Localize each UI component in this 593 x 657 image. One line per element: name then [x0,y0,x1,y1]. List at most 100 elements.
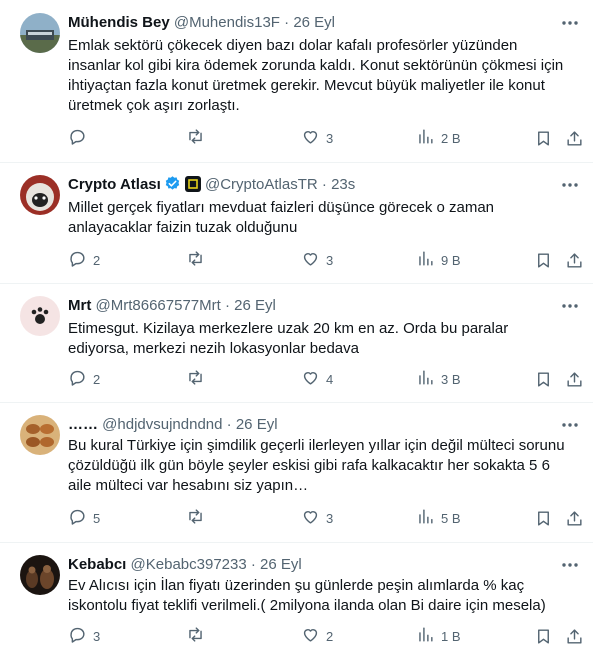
tweet[interactable]: Kebabcı @Kebabc397233 · 26 Eyl Ev Alıcıs… [0,542,593,657]
separator: · [321,176,327,193]
share-icon[interactable] [565,367,584,391]
bookmark-icon[interactable] [534,126,553,150]
like-button[interactable]: 2 [301,624,333,648]
share-icon[interactable] [565,624,584,648]
views-count: 9 B [441,252,461,268]
bookmark-icon[interactable] [534,248,553,272]
repost-icon [186,507,205,529]
repost-icon [186,127,205,149]
handle[interactable]: @hdjdvsujndndnd [102,416,222,433]
tweet[interactable]: Mrt @Mrt86667577Mrt · 26 Eyl Etimesgut. … [0,283,593,403]
views-icon [416,368,435,390]
more-icon[interactable] [559,295,581,317]
avatar[interactable] [20,296,60,336]
views-button[interactable]: 9 B [416,248,461,272]
views-count: 2 B [441,130,461,146]
bookmark-icon[interactable] [534,624,553,648]
like-button[interactable]: 3 [301,126,333,150]
separator: · [224,297,230,314]
separator: · [284,14,290,31]
views-icon [416,249,435,271]
reply-count: 5 [93,510,101,526]
reply-icon [68,507,87,529]
separator: · [226,416,232,433]
repost-button[interactable] [186,506,211,530]
display-name[interactable]: …… [68,416,98,433]
like-count: 3 [326,510,334,526]
share-icon[interactable] [565,248,584,272]
reply-count: 2 [93,371,101,387]
handle[interactable]: @Kebabc397233 [131,556,247,573]
reply-button[interactable] [68,126,93,150]
avatar[interactable] [20,415,60,455]
like-icon [301,507,320,529]
affiliation-badge-icon[interactable] [184,176,201,192]
action-bar: 5 3 5 B [60,506,585,530]
like-button[interactable]: 3 [301,248,333,272]
like-count: 3 [326,130,334,146]
views-icon [416,507,435,529]
tweet-text: Emlak sektörü çökecek diyen bazı dolar k… [68,37,564,114]
tweet[interactable]: …… @hdjdvsujndndnd · 26 Eyl Bu kural Tür… [0,402,593,543]
like-button[interactable]: 3 [301,506,333,530]
views-button[interactable]: 5 B [416,506,461,530]
bookmark-icon[interactable] [534,367,553,391]
bookmark-icon[interactable] [534,506,553,530]
repost-icon [186,368,205,390]
more-icon[interactable] [559,414,581,436]
display-name[interactable]: Crypto Atlası [68,176,161,193]
reply-button[interactable]: 2 [68,248,100,272]
action-bar: 2 3 9 B [60,248,585,272]
repost-button[interactable] [186,624,211,648]
like-icon [301,368,320,390]
share-icon[interactable] [565,126,584,150]
tweet-text: Ev Alıcısı için İlan fiyatı üzerinden şu… [68,577,546,614]
tweet-header: Kebabcı @Kebabc397233 · 26 Eyl [68,555,553,575]
more-icon[interactable] [559,174,581,196]
timestamp[interactable]: 23s [331,176,355,193]
tweet-header: Mühendis Bey @Muhendis13F · 26 Eyl [68,13,553,33]
tweet[interactable]: Mühendis Bey @Muhendis13F · 26 Eyl Emlak… [0,0,593,163]
like-icon [301,249,320,271]
reply-button[interactable]: 2 [68,367,100,391]
separator: · [250,556,256,573]
action-bar: 3 2 B [60,126,585,150]
display-name[interactable]: Kebabcı [68,556,126,573]
reply-icon [68,368,87,390]
views-count: 3 B [441,371,461,387]
repost-button[interactable] [186,126,211,150]
more-icon[interactable] [559,554,581,576]
more-icon[interactable] [559,12,581,34]
timestamp[interactable]: 26 Eyl [236,416,278,433]
timestamp[interactable]: 26 Eyl [234,297,276,314]
like-button[interactable]: 4 [301,367,333,391]
repost-button[interactable] [186,367,211,391]
like-count: 2 [326,628,334,644]
views-button[interactable]: 2 B [416,126,461,150]
repost-button[interactable] [186,248,211,272]
views-count: 1 B [441,628,461,644]
timestamp[interactable]: 26 Eyl [260,556,302,573]
action-bar: 3 2 1 B [60,624,585,648]
reply-button[interactable]: 5 [68,506,100,530]
tweet-header: Crypto Atlası @CryptoAtlasTR · 23s [68,175,553,198]
share-icon[interactable] [565,506,584,530]
handle[interactable]: @CryptoAtlasTR [205,176,318,193]
display-name[interactable]: Mrt [68,297,91,314]
tweet-text: Etimesgut. Kizilaya merkezlere uzak 20 k… [68,320,509,357]
reply-button[interactable]: 3 [68,624,100,648]
handle[interactable]: @Muhendis13F [174,14,280,31]
avatar[interactable] [20,175,60,215]
views-button[interactable]: 1 B [416,624,461,648]
views-button[interactable]: 3 B [416,367,461,391]
handle[interactable]: @Mrt86667577Mrt [96,297,221,314]
tweet[interactable]: Crypto Atlası @CryptoAtlasTR · 23s Mille… [0,162,593,284]
avatar[interactable] [20,13,60,53]
views-icon [416,127,435,149]
tweet-text: Bu kural Türkiye için şimdilik geçerli i… [68,437,565,494]
avatar[interactable] [20,555,60,595]
timestamp[interactable]: 26 Eyl [293,14,335,31]
reply-icon [68,127,87,149]
views-count: 5 B [441,510,461,526]
display-name[interactable]: Mühendis Bey [68,14,170,31]
